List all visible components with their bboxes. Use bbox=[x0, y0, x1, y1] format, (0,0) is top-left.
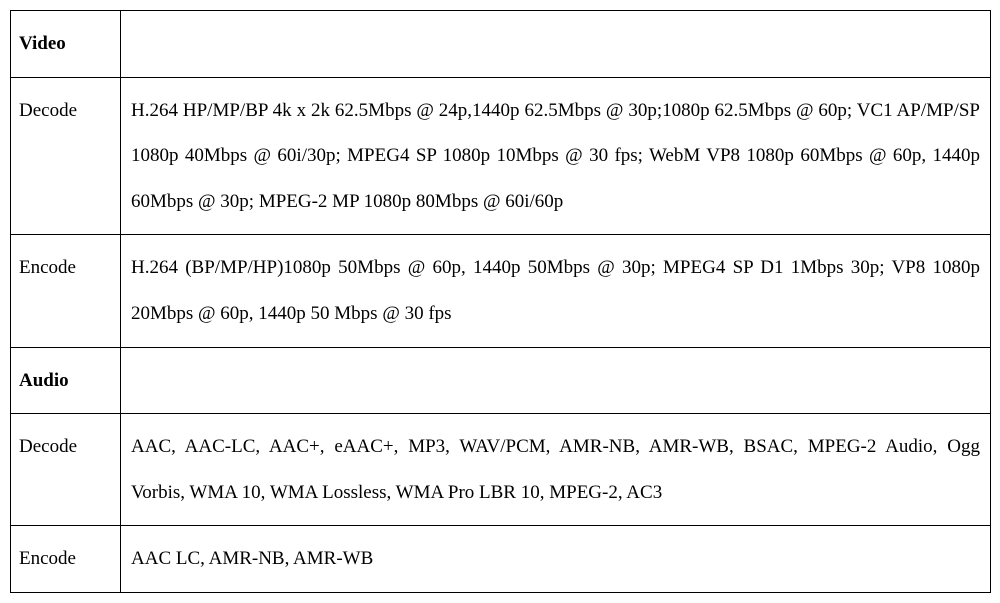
row-content-audio bbox=[121, 347, 991, 414]
row-content-audio-encode: AAC LC, AMR-NB, AMR-WB bbox=[121, 526, 991, 593]
table-row: Decode H.264 HP/MP/BP 4k x 2k 62.5Mbps @… bbox=[11, 77, 991, 235]
table-row: Audio bbox=[11, 347, 991, 414]
row-content-video-encode: H.264 (BP/MP/HP)1080p 50Mbps @ 60p, 1440… bbox=[121, 235, 991, 347]
row-content-audio-decode: AAC, AAC-LC, AAC+, eAAC+, MP3, WAV/PCM, … bbox=[121, 414, 991, 526]
row-label-audio-decode: Decode bbox=[11, 414, 121, 526]
row-label-audio-encode: Encode bbox=[11, 526, 121, 593]
row-content-video-decode: H.264 HP/MP/BP 4k x 2k 62.5Mbps @ 24p,14… bbox=[121, 77, 991, 235]
table-row: Encode AAC LC, AMR-NB, AMR-WB bbox=[11, 526, 991, 593]
row-label-video: Video bbox=[11, 11, 121, 78]
row-label-video-decode: Decode bbox=[11, 77, 121, 235]
codec-spec-table: Video Decode H.264 HP/MP/BP 4k x 2k 62.5… bbox=[10, 10, 991, 593]
row-content-video bbox=[121, 11, 991, 78]
row-label-audio: Audio bbox=[11, 347, 121, 414]
table-row: Encode H.264 (BP/MP/HP)1080p 50Mbps @ 60… bbox=[11, 235, 991, 347]
row-label-video-encode: Encode bbox=[11, 235, 121, 347]
table-row: Video bbox=[11, 11, 991, 78]
table-row: Decode AAC, AAC-LC, AAC+, eAAC+, MP3, WA… bbox=[11, 414, 991, 526]
